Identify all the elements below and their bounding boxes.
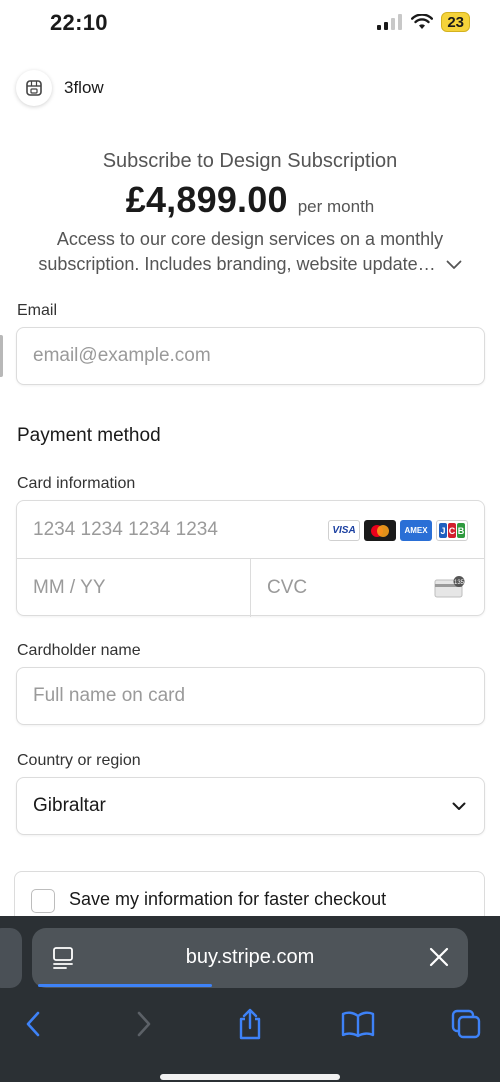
- card-number-placeholder: 1234 1234 1234 1234: [33, 518, 218, 540]
- back-button[interactable]: [13, 1004, 53, 1044]
- previous-tab-pill[interactable]: [0, 928, 22, 988]
- product-description[interactable]: Access to our core design services on a …: [0, 227, 500, 277]
- wifi-icon: [411, 14, 434, 29]
- cvc-field[interactable]: CVC 135: [251, 559, 484, 617]
- card-expiry-cvc-row: MM / YY CVC 135: [17, 559, 484, 617]
- scroll-edge-indicator: [0, 335, 3, 377]
- price-row: £4,899.00 per month: [0, 179, 500, 221]
- forward-button[interactable]: [124, 1004, 164, 1044]
- jcb-icon: J C B: [436, 520, 468, 541]
- close-icon[interactable]: [428, 946, 450, 968]
- description-line-2: subscription. Includes branding, website…: [38, 254, 436, 274]
- home-indicator[interactable]: [160, 1074, 340, 1080]
- cardholder-label: Cardholder name: [17, 642, 141, 659]
- cvc-placeholder: CVC: [267, 577, 308, 598]
- amex-icon: AMEX: [400, 520, 432, 541]
- tabs-button[interactable]: [446, 1004, 486, 1044]
- cardholder-placeholder: Full name on card: [33, 685, 186, 706]
- expiry-field[interactable]: MM / YY: [17, 559, 251, 617]
- cvc-card-icon: 135: [434, 576, 465, 598]
- email-field[interactable]: email@example.com: [16, 327, 485, 385]
- expiry-placeholder: MM / YY: [33, 577, 106, 598]
- bookmarks-button[interactable]: [338, 1004, 378, 1044]
- merchant-header[interactable]: 3flow: [16, 70, 104, 106]
- save-info-checkbox[interactable]: [31, 889, 55, 913]
- svg-text:C: C: [449, 526, 456, 536]
- card-brands: VISA AMEX J C B: [328, 520, 468, 541]
- browser-toolbar: buy.stripe.com: [0, 916, 500, 1082]
- mastercard-icon: [364, 520, 396, 541]
- country-label: Country or region: [17, 752, 141, 769]
- visa-icon: VISA: [328, 520, 360, 541]
- battery-indicator: 23: [441, 12, 470, 32]
- payment-method-title: Payment method: [17, 425, 161, 446]
- description-line-2-row: subscription. Includes branding, website…: [38, 252, 462, 277]
- storefront-icon: [16, 70, 52, 106]
- description-line-1: Access to our core design services on a …: [56, 229, 444, 249]
- share-icon: [239, 1008, 261, 1040]
- cvc-icon-number: 135: [454, 580, 465, 586]
- product-summary: Subscribe to Design Subscription £4,899.…: [0, 150, 500, 277]
- cellular-signal-icon: [377, 14, 403, 30]
- product-title: Subscribe to Design Subscription: [102, 150, 398, 172]
- status-bar: 22:10 23: [0, 0, 500, 46]
- svg-text:J: J: [440, 526, 445, 536]
- country-value: Gibraltar: [33, 795, 106, 816]
- email-label: Email: [17, 302, 58, 319]
- tabs-icon: [451, 1009, 481, 1039]
- address-bar[interactable]: buy.stripe.com: [32, 928, 468, 988]
- back-icon: [26, 1011, 40, 1037]
- card-number-field[interactable]: 1234 1234 1234 1234 VISA AMEX J C B: [17, 501, 484, 559]
- share-button[interactable]: [230, 1004, 270, 1044]
- status-icons: 23: [377, 12, 470, 32]
- forward-icon: [137, 1011, 151, 1037]
- status-time: 22:10: [50, 10, 108, 35]
- url-text: buy.stripe.com: [185, 946, 315, 968]
- save-info-label: Save my information for faster checkout: [69, 889, 387, 909]
- chevron-down-icon: [452, 802, 466, 810]
- browser-nav-row: [0, 1004, 500, 1044]
- cardholder-name-field[interactable]: Full name on card: [16, 667, 485, 725]
- email-placeholder: email@example.com: [33, 345, 211, 366]
- merchant-name: 3flow: [64, 78, 104, 97]
- card-information-group: 1234 1234 1234 1234 VISA AMEX J C B MM /…: [16, 500, 485, 617]
- page-load-progress: [38, 984, 213, 987]
- country-select[interactable]: Gibraltar: [16, 777, 485, 835]
- card-info-label: Card information: [17, 475, 136, 492]
- svg-text:B: B: [458, 526, 465, 536]
- bookmarks-icon: [341, 1011, 375, 1038]
- chevron-down-icon[interactable]: [446, 260, 462, 270]
- billing-period: per month: [297, 197, 375, 216]
- price: £4,899.00: [125, 179, 288, 220]
